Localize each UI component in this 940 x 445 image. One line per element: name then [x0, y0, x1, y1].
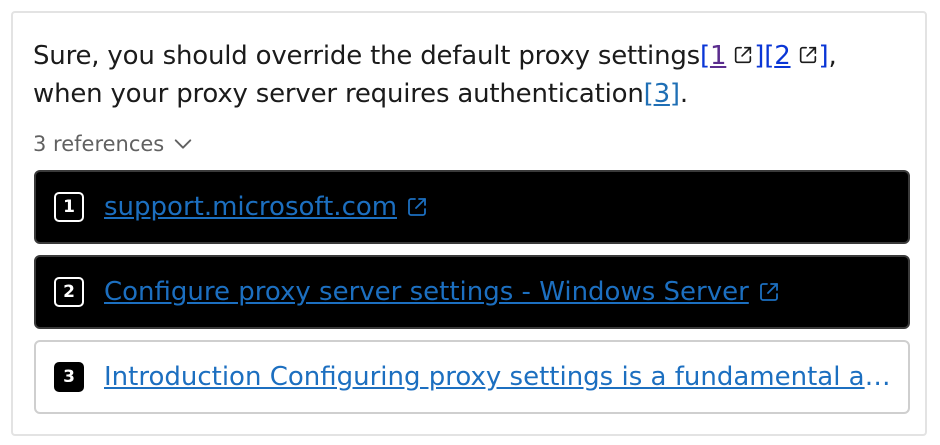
citation-1-link[interactable]: 1 [710, 37, 727, 75]
citation-3[interactable]: [3] [644, 75, 680, 113]
reference-link[interactable]: Configure proxy server settings - Window… [104, 277, 749, 307]
references-toggle-label: 3 references [33, 132, 165, 156]
reference-link[interactable]: support.microsoft.com [104, 192, 397, 222]
references-toggle[interactable]: 3 references [33, 132, 194, 156]
reference-number-badge: 1 [54, 192, 84, 222]
references-list: 1 support.microsoft.com 2 Configure prox… [34, 170, 910, 425]
citation-3-link[interactable]: 3 [654, 75, 671, 113]
answer-text-part: Sure, you should override the default pr… [33, 41, 700, 71]
answer-text: Sure, you should override the default pr… [33, 37, 913, 113]
external-link-icon [732, 44, 754, 66]
citation-2-link[interactable]: 2 [774, 37, 791, 75]
reference-number-badge: 2 [54, 277, 84, 307]
reference-item-1[interactable]: 1 support.microsoft.com [34, 170, 910, 244]
chevron-down-icon [172, 133, 194, 155]
reference-link[interactable]: Introduction Configuring proxy settings … [104, 362, 894, 392]
reference-number-badge: 3 [54, 362, 84, 392]
external-link-icon [405, 195, 429, 219]
citation-2[interactable]: [2] [764, 37, 828, 75]
citation-1[interactable]: [1] [700, 37, 764, 75]
answer-text-end: . [679, 79, 688, 109]
chat-answer-card: Sure, you should override the default pr… [11, 11, 927, 436]
reference-item-2[interactable]: 2 Configure proxy server settings - Wind… [34, 255, 910, 329]
external-link-icon [797, 44, 819, 66]
external-link-icon [757, 280, 781, 304]
reference-item-3[interactable]: 3 Introduction Configuring proxy setting… [34, 340, 910, 414]
